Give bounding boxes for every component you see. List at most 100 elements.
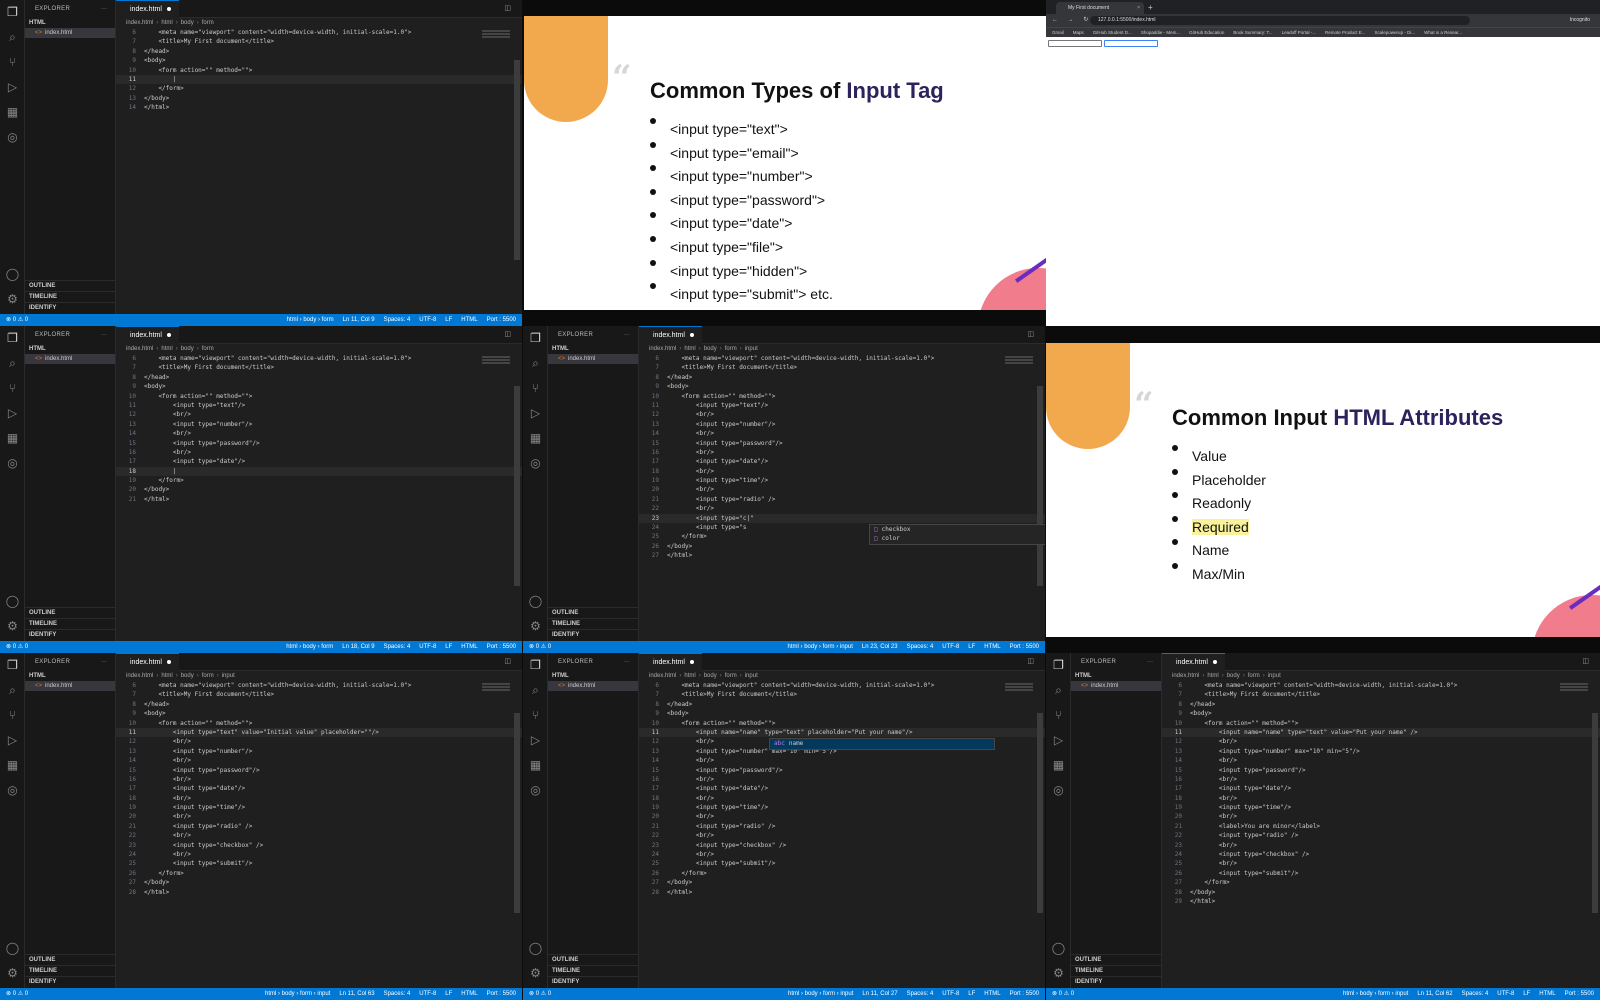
remote-explorer-icon[interactable]: ◎ [523, 451, 548, 476]
account-icon[interactable]: ◯ [523, 936, 548, 961]
status-spaces[interactable]: Spaces: 4 [907, 991, 934, 997]
breadcrumb-item[interactable]: index.html [649, 673, 676, 679]
status-port[interactable]: Port : 5500 [1565, 991, 1594, 997]
status-port[interactable]: Port : 5500 [1010, 991, 1039, 997]
breadcrumb-item[interactable]: body [704, 673, 717, 679]
split-editor-icon[interactable]: ◫ [504, 653, 516, 671]
status-lang[interactable]: HTML [461, 644, 477, 650]
outline-section[interactable]: OUTLINE [25, 954, 115, 965]
scrollbar[interactable] [1592, 713, 1598, 913]
timeline-section[interactable]: TIMELINE [25, 618, 115, 629]
problems-count[interactable]: ⊗ 0 ⚠ 0 [529, 991, 551, 997]
identify-section[interactable]: IDENTIFY [25, 976, 115, 987]
files-icon[interactable]: ❐ [523, 653, 548, 678]
search-icon[interactable]: ⌕ [523, 678, 548, 703]
breadcrumb-item[interactable]: html [1207, 673, 1218, 679]
identify-section[interactable]: IDENTIFY [548, 629, 638, 640]
identify-section[interactable]: IDENTIFY [1071, 976, 1161, 987]
scrollbar[interactable] [514, 713, 520, 913]
status-path[interactable]: html › body › form [286, 644, 333, 650]
scrollbar[interactable] [514, 60, 520, 260]
search-icon[interactable]: ⌕ [0, 25, 25, 50]
extensions-icon[interactable]: ▦ [523, 753, 548, 778]
bookmark-item[interactable]: Leadoff Portal -... [1282, 30, 1316, 35]
search-icon[interactable]: ⌕ [523, 351, 548, 376]
bookmark-item[interactable]: GitHub Student D... [1093, 30, 1132, 35]
source-control-icon[interactable]: ⑂ [523, 703, 548, 728]
status-spaces[interactable]: Spaces: 4 [384, 317, 411, 323]
code-editor[interactable]: 6 <meta name="viewport" content="width=d… [1162, 681, 1600, 906]
timeline-section[interactable]: TIMELINE [1071, 965, 1161, 976]
breadcrumb-item[interactable]: input [222, 673, 235, 679]
run-debug-icon[interactable]: ▷ [523, 728, 548, 753]
scrollbar[interactable] [1037, 386, 1043, 586]
gear-icon[interactable]: ⚙ [0, 287, 25, 312]
identify-section[interactable]: IDENTIFY [25, 629, 115, 640]
split-editor-icon[interactable]: ◫ [504, 326, 516, 344]
tab-index-html[interactable]: index.html [1162, 653, 1225, 671]
remote-explorer-icon[interactable]: ◎ [1046, 778, 1071, 803]
status-enc[interactable]: UTF-8 [419, 317, 436, 323]
breadcrumb-item[interactable]: html [684, 346, 695, 352]
breadcrumb-item[interactable]: index.html [126, 20, 153, 26]
gear-icon[interactable]: ⚙ [0, 614, 25, 639]
remote-explorer-icon[interactable]: ◎ [0, 778, 25, 803]
status-enc[interactable]: UTF-8 [1497, 991, 1514, 997]
tab-index-html[interactable]: index.html [116, 0, 179, 18]
minimap[interactable] [482, 683, 510, 693]
outline-section[interactable]: OUTLINE [1071, 954, 1161, 965]
source-control-icon[interactable]: ⑂ [1046, 703, 1071, 728]
account-icon[interactable]: ◯ [523, 589, 548, 614]
breadcrumb-item[interactable]: form [202, 20, 214, 26]
folder-html[interactable]: HTML [25, 671, 115, 681]
tab-index-html[interactable]: index.html [639, 653, 702, 671]
search-icon[interactable]: ⌕ [0, 678, 25, 703]
bookmark-item[interactable]: Maps [1073, 30, 1084, 35]
split-editor-icon[interactable]: ◫ [1027, 653, 1039, 671]
problems-count[interactable]: ⊗ 0 ⚠ 0 [6, 317, 28, 323]
browser-tab[interactable]: My First document × [1056, 2, 1144, 14]
status-lang[interactable]: HTML [461, 991, 477, 997]
status-enc[interactable]: UTF-8 [419, 644, 436, 650]
code-editor[interactable]: 6 <meta name="viewport" content="width=d… [116, 681, 522, 897]
extensions-icon[interactable]: ▦ [523, 426, 548, 451]
status-spaces[interactable]: Spaces: 4 [1462, 991, 1489, 997]
timeline-section[interactable]: TIMELINE [25, 291, 115, 302]
files-icon[interactable]: ❐ [0, 326, 25, 351]
folder-html[interactable]: HTML [1071, 671, 1161, 681]
close-tab-icon[interactable]: × [1137, 2, 1140, 14]
status-lang[interactable]: HTML [1539, 991, 1555, 997]
status-port[interactable]: Port : 5500 [487, 991, 516, 997]
minimap[interactable] [1560, 683, 1588, 693]
breadcrumb-item[interactable]: body [704, 346, 717, 352]
breadcrumb-item[interactable]: body [181, 673, 194, 679]
remote-explorer-icon[interactable]: ◎ [523, 778, 548, 803]
breadcrumb-item[interactable]: index.html [126, 346, 153, 352]
breadcrumb-item[interactable]: input [745, 673, 758, 679]
outline-section[interactable]: OUTLINE [548, 954, 638, 965]
run-debug-icon[interactable]: ▷ [0, 401, 25, 426]
text-input-preview[interactable] [1048, 40, 1102, 47]
suggestion-item[interactable]: abc name [770, 739, 994, 749]
status-lang[interactable]: HTML [984, 644, 1000, 650]
status-pos[interactable]: Ln 11, Col 9 [343, 317, 375, 323]
minimap[interactable] [482, 356, 510, 366]
bookmark-item[interactable]: Gmail [1052, 30, 1064, 35]
gear-icon[interactable]: ⚙ [523, 614, 548, 639]
new-tab-icon[interactable]: + [1148, 2, 1153, 14]
breadcrumb-item[interactable]: html [161, 673, 172, 679]
files-icon[interactable]: ❐ [523, 326, 548, 351]
more-actions-icon[interactable]: ··· [101, 326, 107, 344]
file-index-html[interactable]: <> index.html [548, 681, 638, 691]
code-editor[interactable]: 6 <meta name="viewport" content="width=d… [639, 681, 1045, 897]
scrollbar[interactable] [1037, 713, 1043, 913]
breadcrumb-item[interactable]: html [161, 346, 172, 352]
timeline-section[interactable]: TIMELINE [548, 618, 638, 629]
file-index-html[interactable]: <> index.html [548, 354, 638, 364]
minimap[interactable] [1005, 356, 1033, 366]
status-pos[interactable]: Ln 23, Col 23 [862, 644, 898, 650]
number-input-preview[interactable] [1104, 40, 1158, 47]
breadcrumb-item[interactable]: body [181, 346, 194, 352]
extensions-icon[interactable]: ▦ [0, 100, 25, 125]
bookmark-item[interactable]: Scalepowerup - Di... [1375, 30, 1416, 35]
